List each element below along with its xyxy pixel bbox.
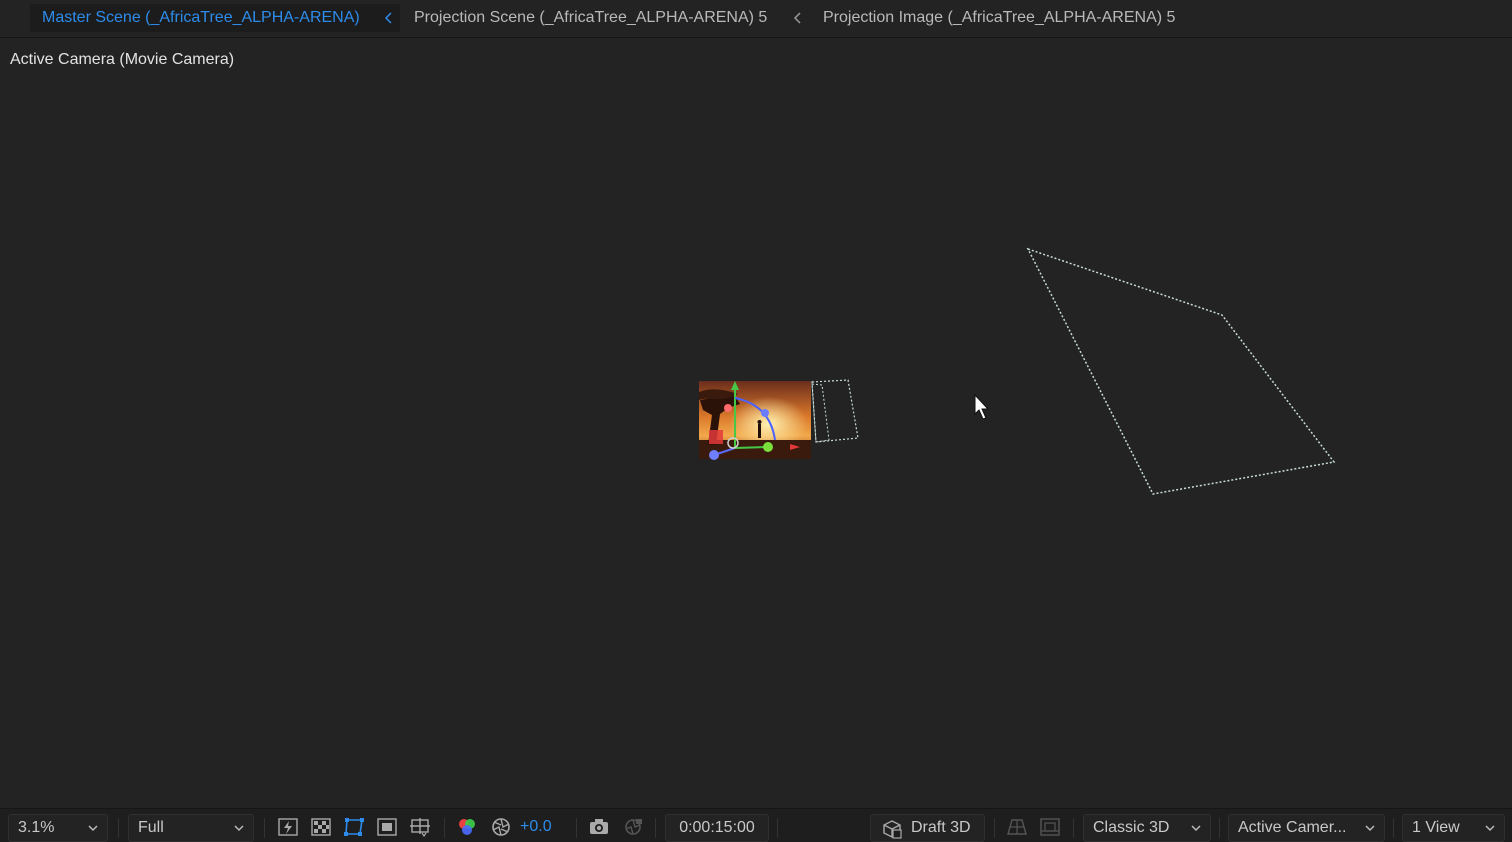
projection-frustum-outline[interactable] — [1026, 247, 1336, 495]
exposure-value[interactable]: +0.0 — [520, 814, 552, 840]
mouse-pointer-icon — [974, 393, 990, 420]
composition-viewer[interactable]: Active Camera (Movie Camera) — [0, 39, 1512, 807]
scene-canvas[interactable] — [0, 39, 1512, 807]
chevron-down-icon — [1191, 825, 1201, 832]
3d-view-dropdown[interactable]: Active Camer... — [1228, 814, 1385, 842]
view-layout-dropdown[interactable]: 1 View — [1402, 814, 1505, 842]
rgb-channels-icon[interactable] — [456, 817, 478, 837]
magnification-value: 3.1% — [18, 819, 55, 836]
toolbar-divider — [1219, 818, 1220, 838]
toolbar-divider — [655, 818, 656, 838]
cube-icon — [883, 820, 902, 839]
toolbar-divider — [264, 818, 265, 838]
breadcrumb-projection-scene[interactable]: Projection Scene (_AfricaTree_ALPHA-AREN… — [414, 0, 767, 36]
breadcrumb-projection-image[interactable]: Projection Image (_AfricaTree_ALPHA-AREN… — [823, 0, 1175, 36]
toolbar-divider — [444, 818, 445, 838]
camera-icon[interactable] — [588, 817, 610, 837]
resolution-dropdown[interactable]: Full — [128, 814, 254, 842]
chevron-left-icon — [384, 12, 392, 24]
extended-viewer-icon[interactable] — [1039, 817, 1061, 837]
region-of-interest-icon[interactable] — [376, 817, 398, 837]
breadcrumb-master-scene[interactable]: Master Scene (_AfricaTree_ALPHA-ARENA) — [42, 0, 360, 36]
mask-path-icon[interactable] — [343, 817, 365, 837]
lightning-icon[interactable] — [277, 817, 299, 837]
composition-breadcrumb-bar: Master Scene (_AfricaTree_ALPHA-ARENA) P… — [0, 0, 1512, 38]
chevron-down-icon — [88, 825, 98, 832]
viewer-toolbar: 3.1% Full +0.0 0:00:15:00 Draft 3D Class… — [0, 808, 1512, 842]
chevron-left-icon — [793, 12, 801, 24]
show-snapshot-icon[interactable] — [622, 817, 644, 837]
view-layout-value: 1 View — [1412, 819, 1460, 836]
3d-renderer-value: Classic 3D — [1093, 819, 1170, 836]
chevron-down-icon — [1485, 825, 1495, 832]
checkerboard-icon[interactable] — [310, 817, 332, 837]
toolbar-divider — [118, 818, 119, 838]
toolbar-divider — [994, 818, 995, 838]
toolbar-divider — [1073, 818, 1074, 838]
3d-view-value: Active Camer... — [1238, 819, 1347, 836]
draft-3d-button[interactable]: Draft 3D — [870, 814, 985, 842]
chevron-down-icon — [1365, 825, 1375, 832]
toolbar-divider — [576, 818, 577, 838]
resolution-value: Full — [138, 819, 164, 836]
magnification-dropdown[interactable]: 3.1% — [8, 814, 108, 842]
grid-guides-icon[interactable] — [409, 817, 431, 837]
toolbar-divider — [1393, 818, 1394, 838]
chevron-down-icon — [234, 825, 244, 832]
draft-3d-label: Draft 3D — [911, 819, 971, 836]
current-time-display[interactable]: 0:00:15:00 — [665, 814, 769, 842]
exposure-reset-icon[interactable] — [490, 817, 512, 837]
3d-renderer-dropdown[interactable]: Classic 3D — [1083, 814, 1211, 842]
ground-plane-icon[interactable] — [1006, 817, 1028, 837]
toolbar-divider — [777, 818, 778, 838]
projection-plane-outline[interactable] — [811, 379, 859, 443]
